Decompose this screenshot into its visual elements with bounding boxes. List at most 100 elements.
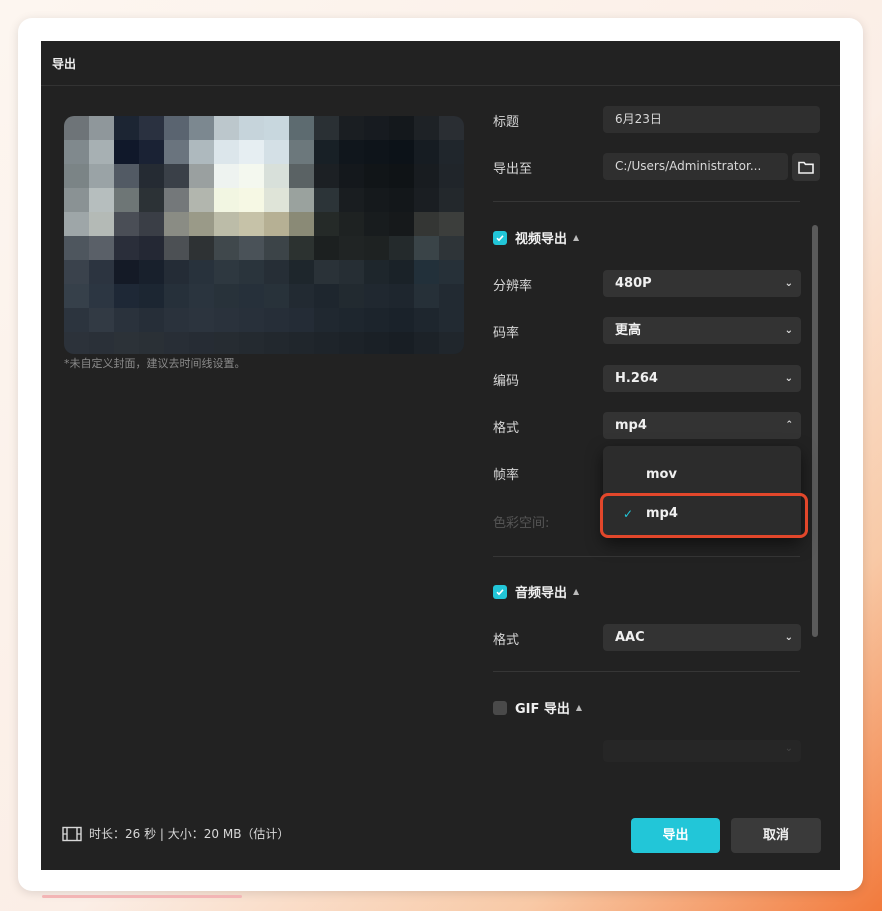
preview-pixel [189,212,214,236]
audio-format-select[interactable]: AAC ⌄ [603,624,801,651]
preview-pixel [414,284,439,308]
preview-image [64,116,464,354]
chevron-down-icon: ⌄ [784,373,793,384]
codec-select[interactable]: H.264 ⌄ [603,365,801,392]
preview-pixel [164,212,189,236]
preview-pixel [139,212,164,236]
preview-pixel [339,332,364,354]
preview-pixel [114,212,139,236]
preview-pixel [64,140,89,164]
gif-export-checkbox[interactable] [493,700,507,715]
export-path-field[interactable]: C:/Users/Administrator... [603,153,788,180]
preview-pixel [289,188,314,212]
preview-pixel [289,116,314,140]
preview-pixel [264,260,289,284]
resolution-select[interactable]: 480P ⌄ [603,270,801,297]
format-option-mov[interactable]: mov [603,458,801,492]
preview-pixel [314,332,339,354]
resolution-value: 480P [615,276,652,291]
preview-pixel [289,140,314,164]
preview-pixel [64,212,89,236]
preview-pixel [214,260,239,284]
scrollbar[interactable] [812,225,818,637]
preview-pixel [439,332,464,354]
preview-pixel [364,116,389,140]
preview-pixel [64,284,89,308]
title-input[interactable]: 6月23日 [603,106,820,133]
preview-pixel [139,164,164,188]
audio-export-checkbox[interactable] [493,584,507,599]
cover-hint: *未自定义封面，建议去时间线设置。 [64,357,246,370]
preview-pixel [64,308,89,332]
preview-pixel [189,116,214,140]
audio-format-value: AAC [615,630,645,645]
preview-pixel [164,332,189,354]
browse-folder-button[interactable] [792,153,820,181]
format-label: 格式 [493,421,520,436]
colorspace-label: 色彩空间: [493,516,550,531]
preview-pixel [64,332,89,354]
preview-pixel [139,188,164,212]
preview-pixel [414,164,439,188]
preview-pixel [89,188,114,212]
collapse-caret-icon[interactable]: ▲ [573,587,579,596]
duration-size-text: 时长：26 秒 | 大小：20 MB（估计） [89,827,290,841]
video-export-checkbox[interactable] [493,230,507,245]
preview-pixel [289,164,314,188]
preview-pixel [139,260,164,284]
audio-export-header[interactable]: 音频导出 ▲ [493,582,579,601]
preview-pixel [164,284,189,308]
preview-pixel [314,164,339,188]
preview-pixel [389,188,414,212]
preview-pixel [139,284,164,308]
preview-pixel [239,308,264,332]
preview-pixel [189,140,214,164]
format-select[interactable]: mp4 ⌃ [603,412,801,439]
preview-pixel [414,236,439,260]
preview-pixel [439,188,464,212]
preview-pixel [114,284,139,308]
preview-pixel [139,332,164,354]
preview-pixel [414,308,439,332]
preview-pixel [439,212,464,236]
bitrate-label: 码率 [493,326,520,341]
preview-pixel [389,260,414,284]
preview-pixel [164,188,189,212]
cancel-button[interactable]: 取消 [731,818,821,853]
preview-pixel [314,236,339,260]
preview-pixel [139,236,164,260]
preview-pixel [89,332,114,354]
option-label: mov [646,467,677,482]
preview-pixel [439,260,464,284]
video-export-header[interactable]: 视频导出 ▲ [493,228,579,247]
preview-pixel [289,284,314,308]
preview-pixel [314,260,339,284]
preview-pixel [314,188,339,212]
preview-pixel [314,284,339,308]
preview-pixel [364,332,389,354]
preview-pixel [214,164,239,188]
preview-pixel [189,236,214,260]
collapse-caret-icon[interactable]: ▲ [573,233,579,242]
preview-pixel [214,140,239,164]
preview-pixel [289,212,314,236]
preview-pixel [264,236,289,260]
gif-export-header[interactable]: GIF 导出 ▲ [493,698,582,717]
preview-pixel [414,140,439,164]
cover-preview[interactable] [64,116,464,354]
preview-pixel [64,188,89,212]
preview-pixel [264,116,289,140]
preview-pixel [264,140,289,164]
collapse-caret-icon[interactable]: ▲ [576,703,582,712]
preview-pixel [164,164,189,188]
bitrate-select[interactable]: 更高 ⌄ [603,317,801,344]
preview-pixel [214,188,239,212]
title-label: 标题 [493,115,520,130]
preview-pixel [64,236,89,260]
export-button[interactable]: 导出 [631,818,720,853]
preview-pixel [264,188,289,212]
preview-pixel [414,116,439,140]
preview-pixel [239,116,264,140]
preview-pixel [89,116,114,140]
preview-pixel [264,212,289,236]
